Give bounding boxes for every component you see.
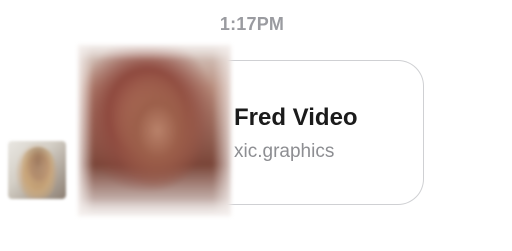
message-timestamp: 1:17PM xyxy=(219,14,285,34)
link-preview-thumbnail[interactable] xyxy=(78,45,231,216)
link-preview-domain: xic.graphics xyxy=(234,141,335,162)
avatar-photo xyxy=(22,147,54,197)
sender-avatar[interactable] xyxy=(8,141,66,199)
thumbnail-image xyxy=(78,45,231,216)
conversation-view: 1:17PM Fred Video xic.graphics xyxy=(0,0,512,251)
link-preview-title[interactable]: Fred Video xyxy=(234,104,358,132)
link-preview-bubble[interactable] xyxy=(214,60,424,205)
